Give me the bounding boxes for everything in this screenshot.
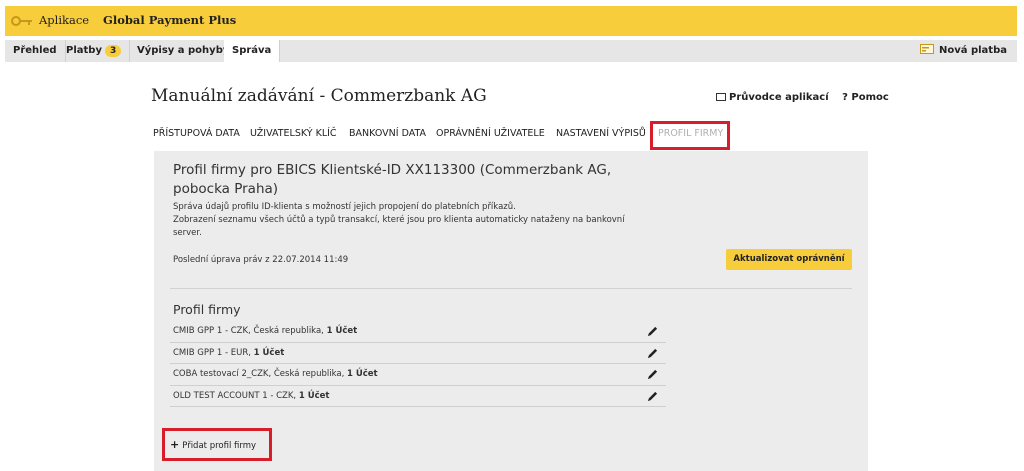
panel-description: Správa údajů profilu ID-klienta s možnos… bbox=[173, 201, 633, 240]
page-title: Manuální zadávání - Commerzbank AG bbox=[151, 86, 487, 106]
profile-account-count: 1 Účet bbox=[326, 326, 358, 336]
question-icon: ? bbox=[842, 92, 848, 103]
tab-statements-label: Výpisy a pohyby bbox=[137, 45, 230, 56]
list-item: CMIB GPP 1 - CZK, Česká republika, 1 Úče… bbox=[170, 321, 666, 343]
profile-account-count: 1 Účet bbox=[346, 369, 378, 379]
highlight-frame-add-profile bbox=[162, 428, 272, 461]
list-item: COBA testovací 2_CZK, Česká republika, 1… bbox=[170, 364, 666, 386]
app-guide-label: Průvodce aplikací bbox=[729, 92, 829, 103]
payment-card-icon bbox=[919, 44, 934, 54]
tab-overview-label: Přehled bbox=[13, 45, 57, 56]
tab-payments[interactable]: Platby 3 bbox=[58, 40, 131, 62]
new-payment-label: Nová platba bbox=[938, 45, 1007, 56]
update-rights-button[interactable]: Aktualizovat oprávnění bbox=[726, 249, 852, 270]
profile-list: CMIB GPP 1 - CZK, Česká republika, 1 Úče… bbox=[170, 321, 666, 407]
highlight-frame-company-profile bbox=[650, 121, 730, 150]
subnav-statement-settings[interactable]: NASTAVENÍ VÝPISŮ bbox=[556, 128, 646, 139]
description-line-1: Správa údajů profilu ID-klienta s možnos… bbox=[173, 202, 516, 212]
list-item: OLD TEST ACCOUNT 1 - CZK, 1 Účet bbox=[170, 386, 666, 407]
profile-account-count: 1 Účet bbox=[298, 390, 330, 401]
list-item: CMIB GPP 1 - EUR, 1 Účet bbox=[170, 343, 666, 364]
help-link[interactable]: ? Pomoc bbox=[842, 92, 889, 103]
panel-heading: Profil firmy pro EBICS Klientské-ID XX11… bbox=[173, 162, 612, 197]
last-update-text: Poslední úprava práv z 22.07.2014 11:49 bbox=[173, 255, 349, 265]
tab-admin-label: Správa bbox=[232, 45, 272, 56]
profile-account-count: 1 Účet bbox=[253, 347, 285, 358]
edit-pencil-icon[interactable] bbox=[647, 326, 658, 337]
profile-name: COBA testovací 2_CZK, Česká republika, bbox=[173, 369, 347, 379]
help-links: Průvodce aplikací ? Pomoc bbox=[716, 92, 899, 103]
profile-name: CMIB GPP 1 - EUR, bbox=[173, 347, 254, 358]
subnav-user-key[interactable]: UŽIVATELSKÝ KLÍČ bbox=[250, 128, 337, 139]
main-tab-bar: Přehled Platby 3 Výpisy a pohyby Správa N… bbox=[5, 40, 1017, 62]
subnav-access-data[interactable]: PŘÍSTUPOVÁ DATA bbox=[153, 128, 240, 139]
new-payment-button[interactable]: Nová platba bbox=[919, 40, 1007, 62]
edit-pencil-icon[interactable] bbox=[647, 369, 658, 380]
tab-overview[interactable]: Přehled bbox=[5, 40, 66, 62]
tab-payments-label: Platby bbox=[66, 45, 102, 56]
divider bbox=[170, 288, 852, 289]
tab-admin[interactable]: Správa bbox=[224, 40, 281, 62]
app-menu-label[interactable]: Aplikace bbox=[39, 13, 89, 27]
subnav-user-rights[interactable]: OPRÁVNĚNÍ UŽIVATELE bbox=[436, 128, 545, 139]
app-header-bar: Aplikace Global Payment Plus bbox=[5, 6, 1017, 36]
tab-statements[interactable]: Výpisy a pohyby bbox=[129, 40, 239, 62]
company-profile-panel: Profil firmy pro EBICS Klientské-ID XX11… bbox=[154, 151, 868, 471]
edit-pencil-icon[interactable] bbox=[647, 391, 658, 402]
description-line-2: Zobrazení seznamu všech účtů a typů tran… bbox=[173, 215, 625, 238]
profile-name: CMIB GPP 1 - CZK, Česká republika, bbox=[173, 326, 327, 336]
help-label: Pomoc bbox=[851, 92, 889, 103]
app-guide-link[interactable]: Průvodce aplikací bbox=[716, 92, 829, 103]
monitor-icon bbox=[716, 93, 726, 101]
profile-name: OLD TEST ACCOUNT 1 - CZK, bbox=[173, 390, 299, 401]
payments-count-badge: 3 bbox=[104, 45, 122, 57]
profiles-heading: Profil firmy bbox=[173, 302, 241, 317]
subnav-bank-data[interactable]: BANKOVNÍ DATA bbox=[349, 128, 426, 139]
edit-pencil-icon[interactable] bbox=[647, 348, 658, 359]
product-name: Global Payment Plus bbox=[103, 13, 237, 27]
key-icon bbox=[11, 16, 32, 26]
